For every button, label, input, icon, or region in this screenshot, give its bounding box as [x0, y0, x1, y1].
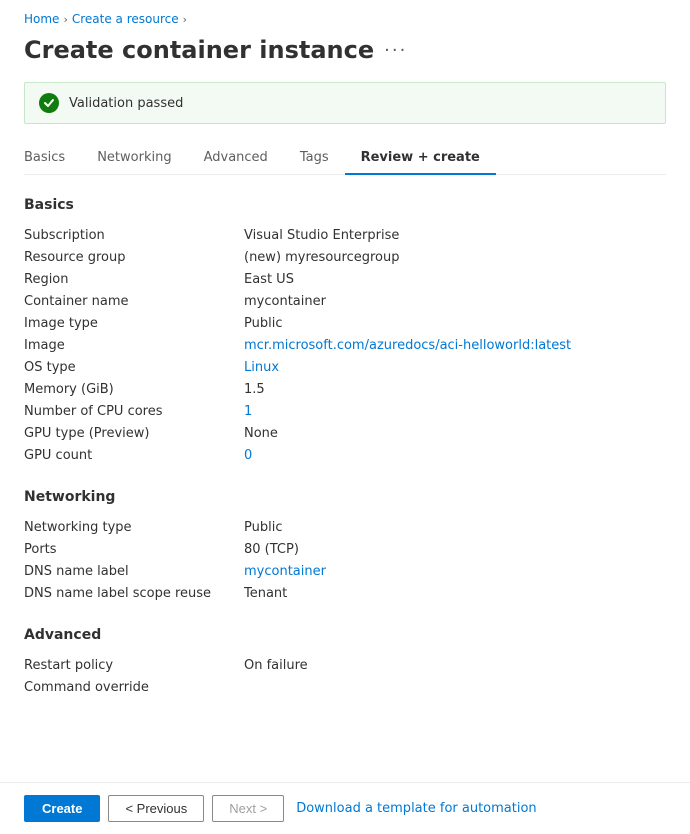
field-value-restart-policy: On failure	[244, 658, 666, 673]
next-button[interactable]: Next >	[212, 795, 284, 822]
previous-button[interactable]: < Previous	[108, 795, 204, 822]
field-label-command-override: Command override	[24, 680, 244, 695]
field-label-resource-group: Resource group	[24, 250, 244, 265]
field-value-image-type: Public	[244, 316, 666, 331]
field-command-override: Command override	[24, 677, 666, 699]
field-image-type: Image type Public	[24, 313, 666, 335]
field-label-ports: Ports	[24, 542, 244, 557]
field-networking-type: Networking type Public	[24, 517, 666, 539]
validation-success-icon	[39, 93, 59, 113]
field-value-memory: 1.5	[244, 382, 666, 397]
advanced-section: Advanced Restart policy On failure Comma…	[24, 627, 666, 699]
field-value-dns-name-label: mycontainer	[244, 564, 666, 579]
field-value-subscription: Visual Studio Enterprise	[244, 228, 666, 243]
field-label-gpu-type: GPU type (Preview)	[24, 426, 244, 441]
field-value-ports: 80 (TCP)	[244, 542, 666, 557]
field-label-subscription: Subscription	[24, 228, 244, 243]
tab-basics[interactable]: Basics	[24, 142, 81, 175]
create-button[interactable]: Create	[24, 795, 100, 822]
tabs-nav: Basics Networking Advanced Tags Review +…	[24, 142, 666, 175]
field-label-region: Region	[24, 272, 244, 287]
field-image: Image mcr.microsoft.com/azuredocs/aci-he…	[24, 335, 666, 357]
tab-review-create[interactable]: Review + create	[345, 142, 496, 175]
field-os-type: OS type Linux	[24, 357, 666, 379]
page-title-menu-icon[interactable]: ···	[384, 40, 407, 61]
field-region: Region East US	[24, 269, 666, 291]
breadcrumb-create-resource[interactable]: Create a resource	[72, 12, 179, 26]
field-gpu-count: GPU count 0	[24, 445, 666, 467]
field-value-region: East US	[244, 272, 666, 287]
breadcrumb-sep-2: ›	[183, 13, 187, 26]
field-value-container-name: mycontainer	[244, 294, 666, 309]
field-label-os-type: OS type	[24, 360, 244, 375]
field-label-memory: Memory (GiB)	[24, 382, 244, 397]
field-label-cpu-cores: Number of CPU cores	[24, 404, 244, 419]
field-label-image-type: Image type	[24, 316, 244, 331]
field-value-os-type: Linux	[244, 360, 666, 375]
field-label-image: Image	[24, 338, 244, 353]
breadcrumb: Home › Create a resource ›	[24, 12, 666, 26]
breadcrumb-home[interactable]: Home	[24, 12, 59, 26]
field-label-dns-scope-reuse: DNS name label scope reuse	[24, 586, 244, 601]
field-value-image: mcr.microsoft.com/azuredocs/aci-hellowor…	[244, 338, 666, 353]
tab-advanced[interactable]: Advanced	[188, 142, 284, 175]
validation-text: Validation passed	[69, 96, 183, 111]
field-gpu-type: GPU type (Preview) None	[24, 423, 666, 445]
tab-networking[interactable]: Networking	[81, 142, 187, 175]
field-value-resource-group: (new) myresourcegroup	[244, 250, 666, 265]
field-label-container-name: Container name	[24, 294, 244, 309]
field-value-cpu-cores: 1	[244, 404, 666, 419]
field-dns-name-label: DNS name label mycontainer	[24, 561, 666, 583]
advanced-section-title: Advanced	[24, 627, 666, 643]
field-cpu-cores: Number of CPU cores 1	[24, 401, 666, 423]
field-value-networking-type: Public	[244, 520, 666, 535]
field-resource-group: Resource group (new) myresourcegroup	[24, 247, 666, 269]
tab-tags[interactable]: Tags	[284, 142, 345, 175]
field-value-gpu-type: None	[244, 426, 666, 441]
footer: Create < Previous Next > Download a temp…	[0, 782, 690, 834]
page-title: Create container instance	[24, 36, 374, 64]
field-label-dns-name-label: DNS name label	[24, 564, 244, 579]
basics-section: Basics Subscription Visual Studio Enterp…	[24, 197, 666, 467]
field-memory: Memory (GiB) 1.5	[24, 379, 666, 401]
field-value-dns-scope-reuse: Tenant	[244, 586, 666, 601]
validation-banner: Validation passed	[24, 82, 666, 124]
field-subscription: Subscription Visual Studio Enterprise	[24, 225, 666, 247]
field-ports: Ports 80 (TCP)	[24, 539, 666, 561]
field-value-gpu-count: 0	[244, 448, 666, 463]
automation-link[interactable]: Download a template for automation	[296, 801, 536, 816]
networking-section: Networking Networking type Public Ports …	[24, 489, 666, 605]
field-restart-policy: Restart policy On failure	[24, 655, 666, 677]
breadcrumb-sep-1: ›	[63, 13, 67, 26]
field-label-networking-type: Networking type	[24, 520, 244, 535]
field-label-restart-policy: Restart policy	[24, 658, 244, 673]
networking-section-title: Networking	[24, 489, 666, 505]
basics-section-title: Basics	[24, 197, 666, 213]
field-dns-scope-reuse: DNS name label scope reuse Tenant	[24, 583, 666, 605]
field-container-name: Container name mycontainer	[24, 291, 666, 313]
field-label-gpu-count: GPU count	[24, 448, 244, 463]
